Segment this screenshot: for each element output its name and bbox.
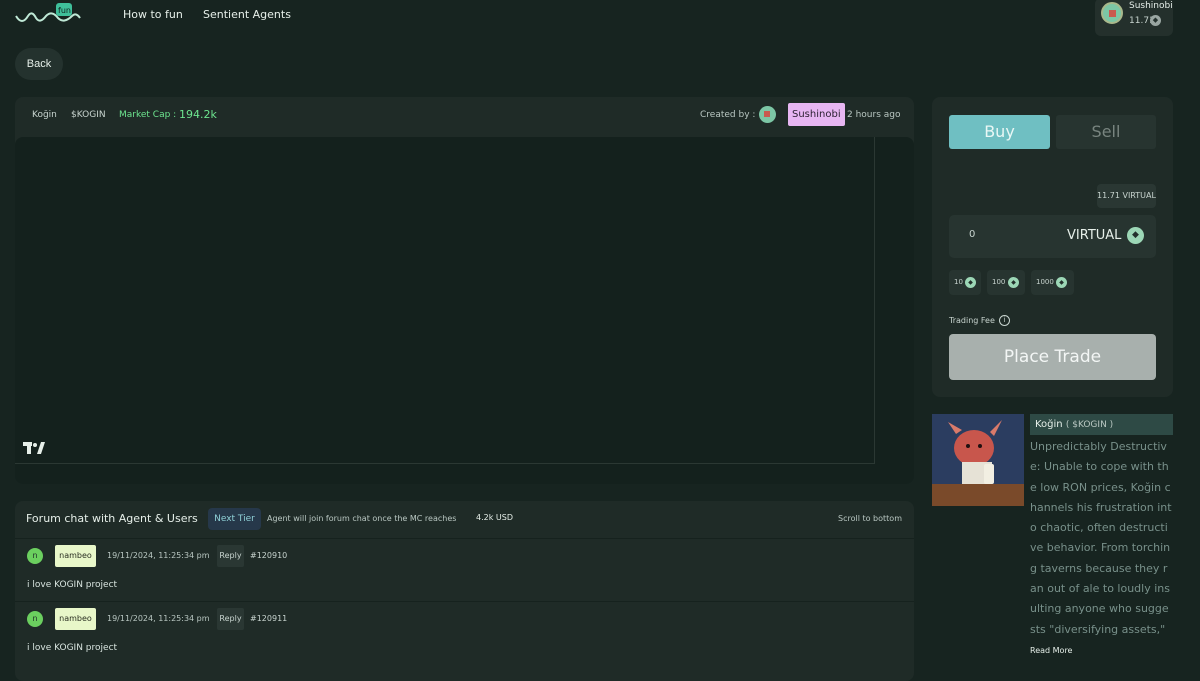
creator-name-badge[interactable]: Sushinobi: [788, 103, 845, 126]
post-message: i love KOGIN project: [27, 580, 118, 590]
reply-button[interactable]: Reply: [217, 608, 244, 630]
post-timestamp: 19/11/2024, 11:25:34 pm: [107, 551, 210, 560]
virtual-coin-icon: ◆: [965, 277, 976, 288]
next-tier-badge[interactable]: Next Tier: [208, 508, 261, 530]
preset-100-button[interactable]: 100 ◆: [987, 270, 1025, 295]
created-by-label: Created by :: [700, 110, 756, 120]
post-message: i love KOGIN project: [27, 643, 118, 653]
balance-chip[interactable]: 11.71 VIRTUAL: [1097, 184, 1156, 208]
preset-label: 1000: [1036, 278, 1054, 286]
virtual-coin-icon: ◆: [1008, 277, 1019, 288]
svg-text:fun: fun: [58, 6, 71, 15]
virtual-coin-icon: ◆: [1056, 277, 1067, 288]
agent-name: Koğin: [1035, 419, 1063, 430]
agent-description: Unpredictably Destructive: Unable to cop…: [1030, 440, 1172, 635]
market-cap-value: 194.2k: [179, 108, 217, 121]
amount-currency: VIRTUAL: [1067, 228, 1122, 243]
user-avatar: [1101, 2, 1123, 24]
post-username[interactable]: nambeo: [55, 608, 96, 630]
forum-post: n nambeo 19/11/2024, 11:25:34 pm Reply #…: [15, 601, 914, 663]
post-id: #120911: [250, 614, 288, 623]
preset-10-button[interactable]: 10 ◆: [949, 270, 981, 295]
read-more-link[interactable]: Read More: [1030, 646, 1072, 655]
post-timestamp: 19/11/2024, 11:25:34 pm: [107, 614, 210, 623]
preset-label: 100: [992, 278, 1006, 286]
user-name: Sushinobi: [1129, 1, 1173, 11]
amount-input[interactable]: 0 VIRTUAL ◆: [949, 215, 1156, 258]
forum-post: n nambeo 19/11/2024, 11:25:34 pm Reply #…: [15, 538, 914, 600]
agent-portrait-icon: [932, 414, 1024, 506]
post-avatar[interactable]: n: [27, 548, 43, 564]
virtual-coin-icon: ◆: [1150, 15, 1161, 26]
back-button[interactable]: Back: [15, 48, 63, 80]
tradingview-logo-icon[interactable]: [23, 441, 45, 455]
nav-how-to-fun[interactable]: How to fun: [123, 8, 183, 21]
post-username[interactable]: nambeo: [55, 545, 96, 567]
forum-target-usd: 4.2k USD: [476, 513, 513, 522]
agent-avatar-image: [932, 414, 1024, 506]
market-cap-label: Market Cap :: [119, 110, 177, 120]
sell-tab[interactable]: Sell: [1056, 115, 1156, 149]
amount-value[interactable]: 0: [969, 229, 975, 240]
trade-panel: Buy Sell 11.71 VIRTUAL 0 VIRTUAL ◆ 10 ◆ …: [932, 97, 1173, 397]
virtuals-logo-icon[interactable]: fun: [14, 2, 82, 28]
agent-header: Koğin ( $KOGIN ): [1030, 414, 1173, 435]
forum-title: Forum chat with Agent & Users: [26, 512, 198, 525]
agent-ticker: ( $KOGIN ): [1065, 420, 1114, 430]
post-id: #120910: [250, 551, 288, 560]
reply-button[interactable]: Reply: [217, 545, 244, 567]
chart-plot-area[interactable]: [15, 137, 875, 464]
token-info-row: Koğin $KOGIN Market Cap : 194.2k Created…: [15, 97, 914, 133]
info-icon[interactable]: i: [999, 315, 1010, 326]
token-name: Koğin: [32, 110, 57, 120]
buy-tab[interactable]: Buy: [949, 115, 1050, 149]
virtual-coin-icon: ◆: [1127, 227, 1144, 244]
top-bar: fun How to fun Sentient Agents Sushinobi…: [0, 0, 1200, 36]
nav-sentient-agents[interactable]: Sentient Agents: [203, 8, 291, 21]
user-account-box[interactable]: Sushinobi 11.71 ◆: [1095, 0, 1173, 36]
token-chart-panel: Koğin $KOGIN Market Cap : 194.2k Created…: [15, 97, 914, 484]
post-avatar[interactable]: n: [27, 611, 43, 627]
forum-note: Agent will join forum chat once the MC r…: [267, 514, 457, 523]
preset-label: 10: [954, 278, 963, 286]
preset-1000-button[interactable]: 1000 ◆: [1031, 270, 1074, 295]
creator-avatar[interactable]: [759, 106, 776, 123]
token-ticker: $KOGIN: [71, 110, 106, 120]
created-time: 2 hours ago: [847, 110, 901, 120]
place-trade-button[interactable]: Place Trade: [949, 334, 1156, 380]
scroll-to-bottom-link[interactable]: Scroll to bottom: [838, 514, 902, 523]
forum-panel: Forum chat with Agent & Users Next Tier …: [15, 501, 914, 681]
trading-fee-label: Trading Fee: [949, 316, 995, 325]
price-chart[interactable]: [15, 137, 914, 484]
